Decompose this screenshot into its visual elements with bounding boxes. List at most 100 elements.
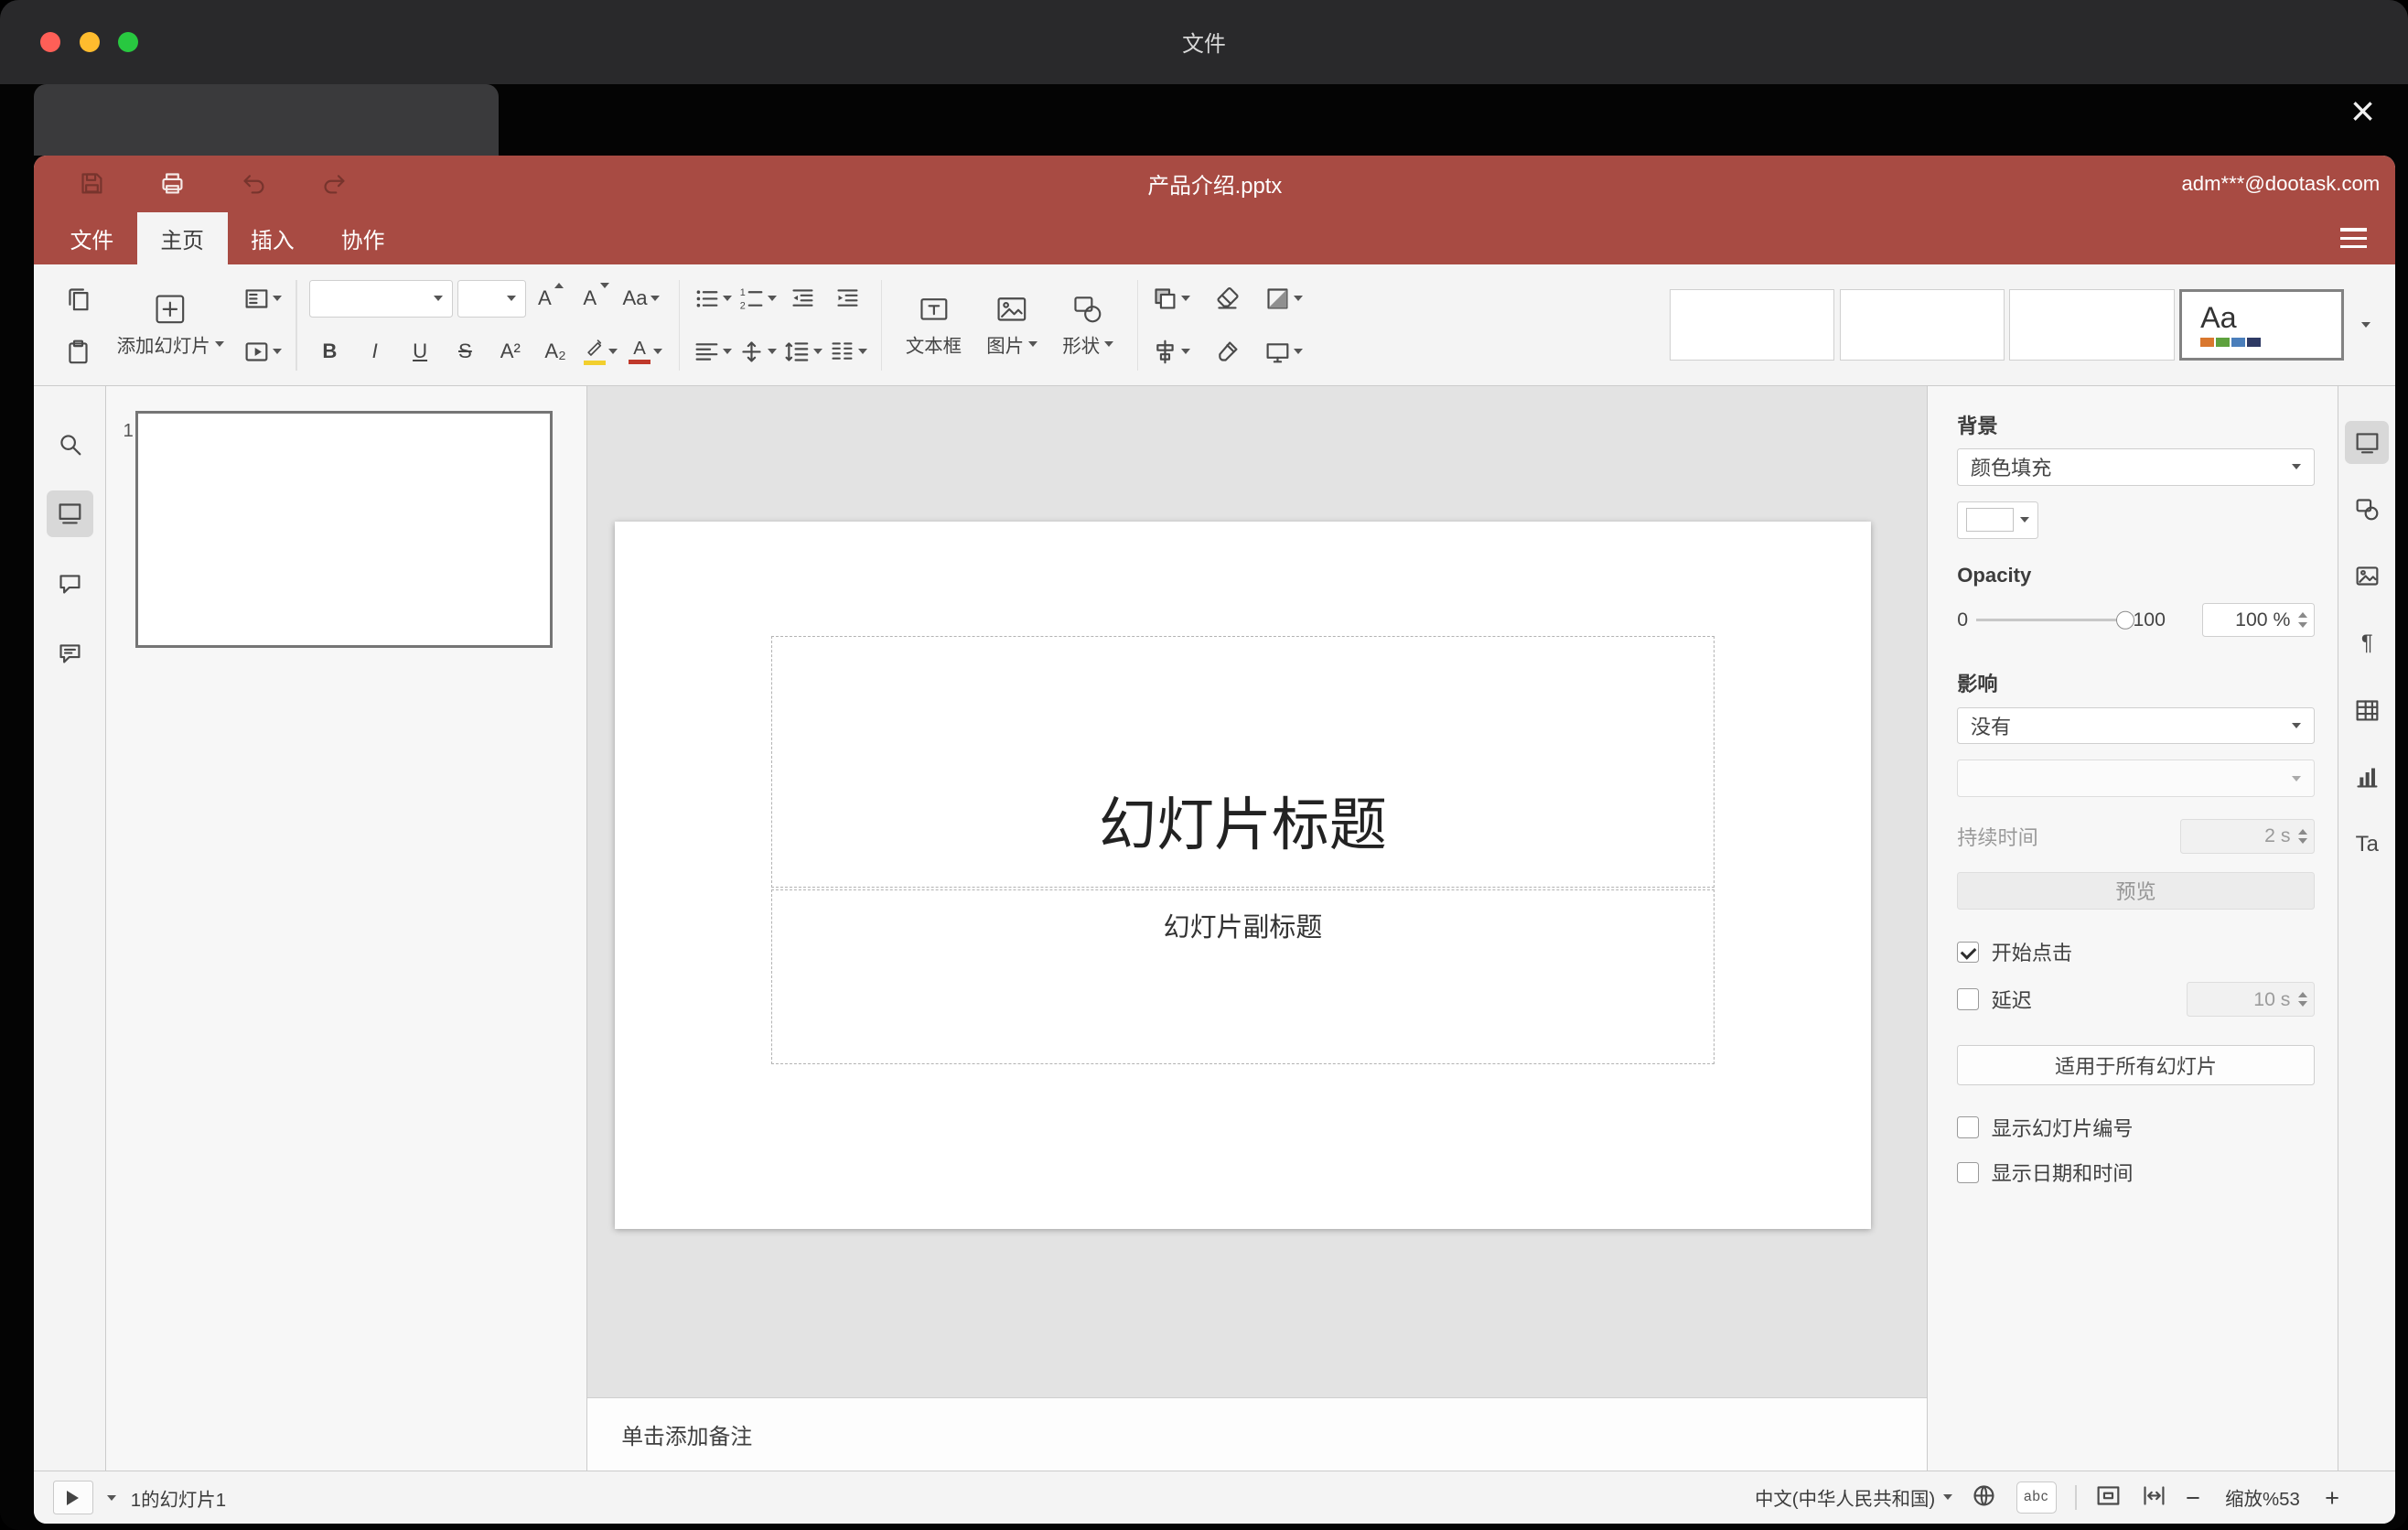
- tab-file[interactable]: 文件: [47, 212, 137, 265]
- image-settings-button[interactable]: [2345, 555, 2389, 598]
- slide-thumbnail[interactable]: [135, 411, 554, 649]
- chevron-down-icon[interactable]: [107, 1494, 117, 1501]
- subscript-button[interactable]: A₂: [535, 331, 575, 372]
- traffic-close-button[interactable]: [40, 31, 61, 53]
- change-layout-button[interactable]: [242, 278, 283, 318]
- spinner-icon[interactable]: [2297, 992, 2307, 1007]
- paste-button[interactable]: [58, 331, 98, 372]
- menu-button[interactable]: [2330, 212, 2377, 265]
- duration-input[interactable]: 2 s: [2180, 819, 2315, 854]
- slides-panel-button[interactable]: [46, 490, 93, 538]
- preview-button[interactable]: 预览: [1957, 871, 2315, 910]
- feedback-button[interactable]: [47, 630, 93, 677]
- color-scheme-button[interactable]: [1263, 278, 1304, 318]
- show-datetime-row[interactable]: 显示日期和时间: [1957, 1158, 2315, 1187]
- superscript-button[interactable]: A²: [490, 331, 531, 372]
- traffic-minimize-button[interactable]: [79, 31, 100, 53]
- traffic-zoom-button[interactable]: [118, 31, 139, 53]
- vertical-align-button[interactable]: [737, 331, 778, 372]
- theme-gallery-expand-button[interactable]: [2349, 289, 2382, 361]
- underline-button[interactable]: U: [400, 331, 440, 372]
- insert-shape-button[interactable]: 形状: [1051, 289, 1124, 361]
- tab-collaboration[interactable]: 协作: [317, 212, 408, 265]
- slide-size-button[interactable]: [1263, 331, 1304, 372]
- clear-style-button[interactable]: [1207, 278, 1247, 318]
- save-button[interactable]: [71, 164, 112, 204]
- numbering-button[interactable]: 12: [737, 278, 778, 318]
- print-button[interactable]: [153, 164, 193, 204]
- horizontal-align-button[interactable]: [693, 331, 733, 372]
- insert-image-button[interactable]: 图片: [975, 289, 1048, 361]
- overlay-close-button[interactable]: ×: [2339, 87, 2386, 135]
- opacity-slider-knob[interactable]: [2115, 610, 2135, 630]
- font-name-select[interactable]: [309, 279, 453, 318]
- add-slide-icon: [156, 295, 185, 324]
- effect-option-select[interactable]: [1957, 760, 2315, 798]
- effect-select[interactable]: 没有: [1957, 706, 2315, 745]
- font-size-select[interactable]: [457, 279, 526, 318]
- change-case-button[interactable]: Aa: [621, 278, 661, 318]
- paragraph-settings-button[interactable]: ¶: [2345, 621, 2389, 665]
- fit-width-button[interactable]: [2141, 1482, 2167, 1513]
- spinner-icon[interactable]: [2297, 829, 2307, 844]
- chart-settings-button[interactable]: [2345, 756, 2389, 800]
- arrange-shapes-button[interactable]: [1151, 278, 1191, 318]
- tab-insert[interactable]: 插入: [228, 212, 318, 265]
- delay-row[interactable]: 延迟 10 s: [1957, 982, 2315, 1017]
- highlight-color-button[interactable]: [580, 331, 620, 372]
- fill-color-picker[interactable]: [1957, 501, 2038, 539]
- shape-settings-button[interactable]: [2345, 488, 2389, 532]
- delay-checkbox[interactable]: [1957, 988, 1980, 1011]
- zoom-in-button[interactable]: +: [2325, 1485, 2339, 1510]
- copy-button[interactable]: [58, 278, 98, 318]
- line-spacing-button[interactable]: [782, 331, 822, 372]
- text-box-button[interactable]: 文本框: [895, 289, 973, 361]
- notes-area[interactable]: 单击添加备注: [586, 1397, 1927, 1471]
- redo-button[interactable]: [315, 164, 355, 204]
- apply-to-all-button[interactable]: 适用于所有幻灯片: [1957, 1044, 2315, 1085]
- theme-thumbnail[interactable]: [2009, 289, 2175, 361]
- start-on-click-row[interactable]: 开始点击: [1957, 937, 2315, 966]
- zoom-out-button[interactable]: −: [2186, 1485, 2200, 1510]
- tab-home[interactable]: 主页: [136, 211, 228, 265]
- start-slideshow-button[interactable]: [52, 1480, 94, 1515]
- copy-style-button[interactable]: [1207, 331, 1247, 372]
- table-settings-button[interactable]: [2345, 688, 2389, 732]
- start-on-click-checkbox[interactable]: [1957, 941, 1980, 964]
- opacity-slider[interactable]: [1975, 610, 2135, 630]
- start-slideshow-toolbar-button[interactable]: [242, 331, 283, 372]
- bullets-button[interactable]: [693, 278, 733, 318]
- bold-button[interactable]: B: [309, 331, 349, 372]
- decrease-font-button[interactable]: A: [575, 278, 616, 318]
- opacity-input[interactable]: 100 %: [2202, 602, 2315, 638]
- decrease-indent-button[interactable]: [782, 278, 822, 318]
- increase-indent-button[interactable]: [828, 278, 868, 318]
- subtitle-placeholder[interactable]: 幻灯片副标题: [770, 889, 1715, 1064]
- language-select[interactable]: 中文(中华人民共和国): [1755, 1483, 1952, 1511]
- background-fill-select[interactable]: 颜色填充: [1957, 447, 2315, 486]
- strikethrough-button[interactable]: S: [445, 331, 485, 372]
- italic-button[interactable]: I: [355, 331, 395, 372]
- theme-thumbnail[interactable]: [1670, 289, 1835, 361]
- search-button[interactable]: [47, 421, 93, 468]
- delay-input[interactable]: 10 s: [2187, 982, 2315, 1017]
- font-color-button[interactable]: A: [626, 331, 666, 372]
- textart-settings-button[interactable]: Ta: [2345, 823, 2389, 867]
- spellcheck-button[interactable]: abc: [2016, 1482, 2057, 1514]
- show-datetime-checkbox[interactable]: [1957, 1161, 1980, 1184]
- title-placeholder[interactable]: 幻灯片标题: [770, 635, 1715, 889]
- fit-slide-button[interactable]: [2095, 1482, 2122, 1513]
- spinner-icon[interactable]: [2297, 612, 2307, 627]
- comments-button[interactable]: [47, 561, 93, 608]
- show-slide-number-row[interactable]: 显示幻灯片编号: [1957, 1113, 2315, 1142]
- show-slide-number-checkbox[interactable]: [1957, 1116, 1980, 1139]
- theme-thumbnail[interactable]: [1839, 289, 2005, 361]
- columns-button[interactable]: [828, 331, 868, 372]
- undo-button[interactable]: [233, 164, 274, 204]
- theme-thumbnail-selected[interactable]: Aa: [2178, 289, 2345, 361]
- document-language-button[interactable]: [1971, 1482, 1997, 1513]
- add-slide-button[interactable]: 添加幻灯片: [106, 289, 235, 361]
- align-shapes-button[interactable]: [1151, 331, 1191, 372]
- slide-settings-button[interactable]: [2345, 420, 2390, 465]
- increase-font-button[interactable]: A: [531, 278, 571, 318]
